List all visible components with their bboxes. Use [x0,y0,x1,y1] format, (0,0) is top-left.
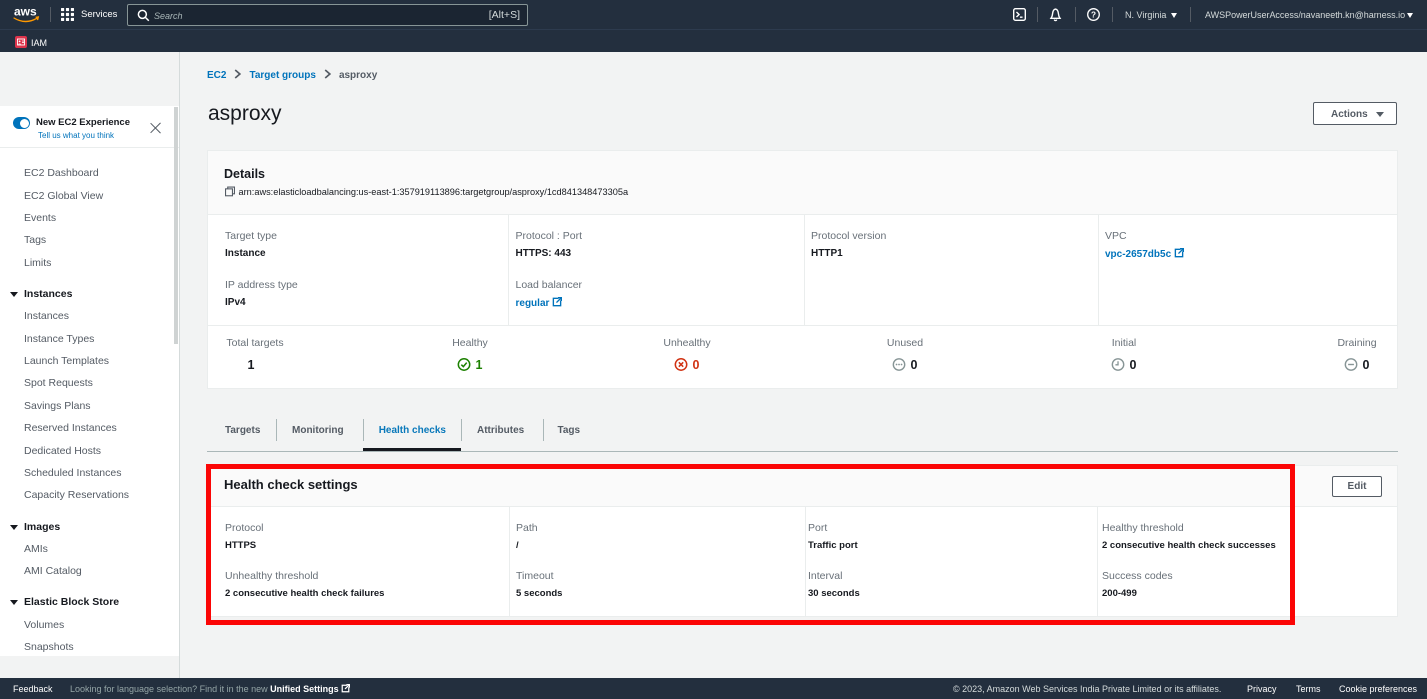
svg-text:?: ? [1091,11,1096,20]
svg-text:aws: aws [14,5,37,19]
